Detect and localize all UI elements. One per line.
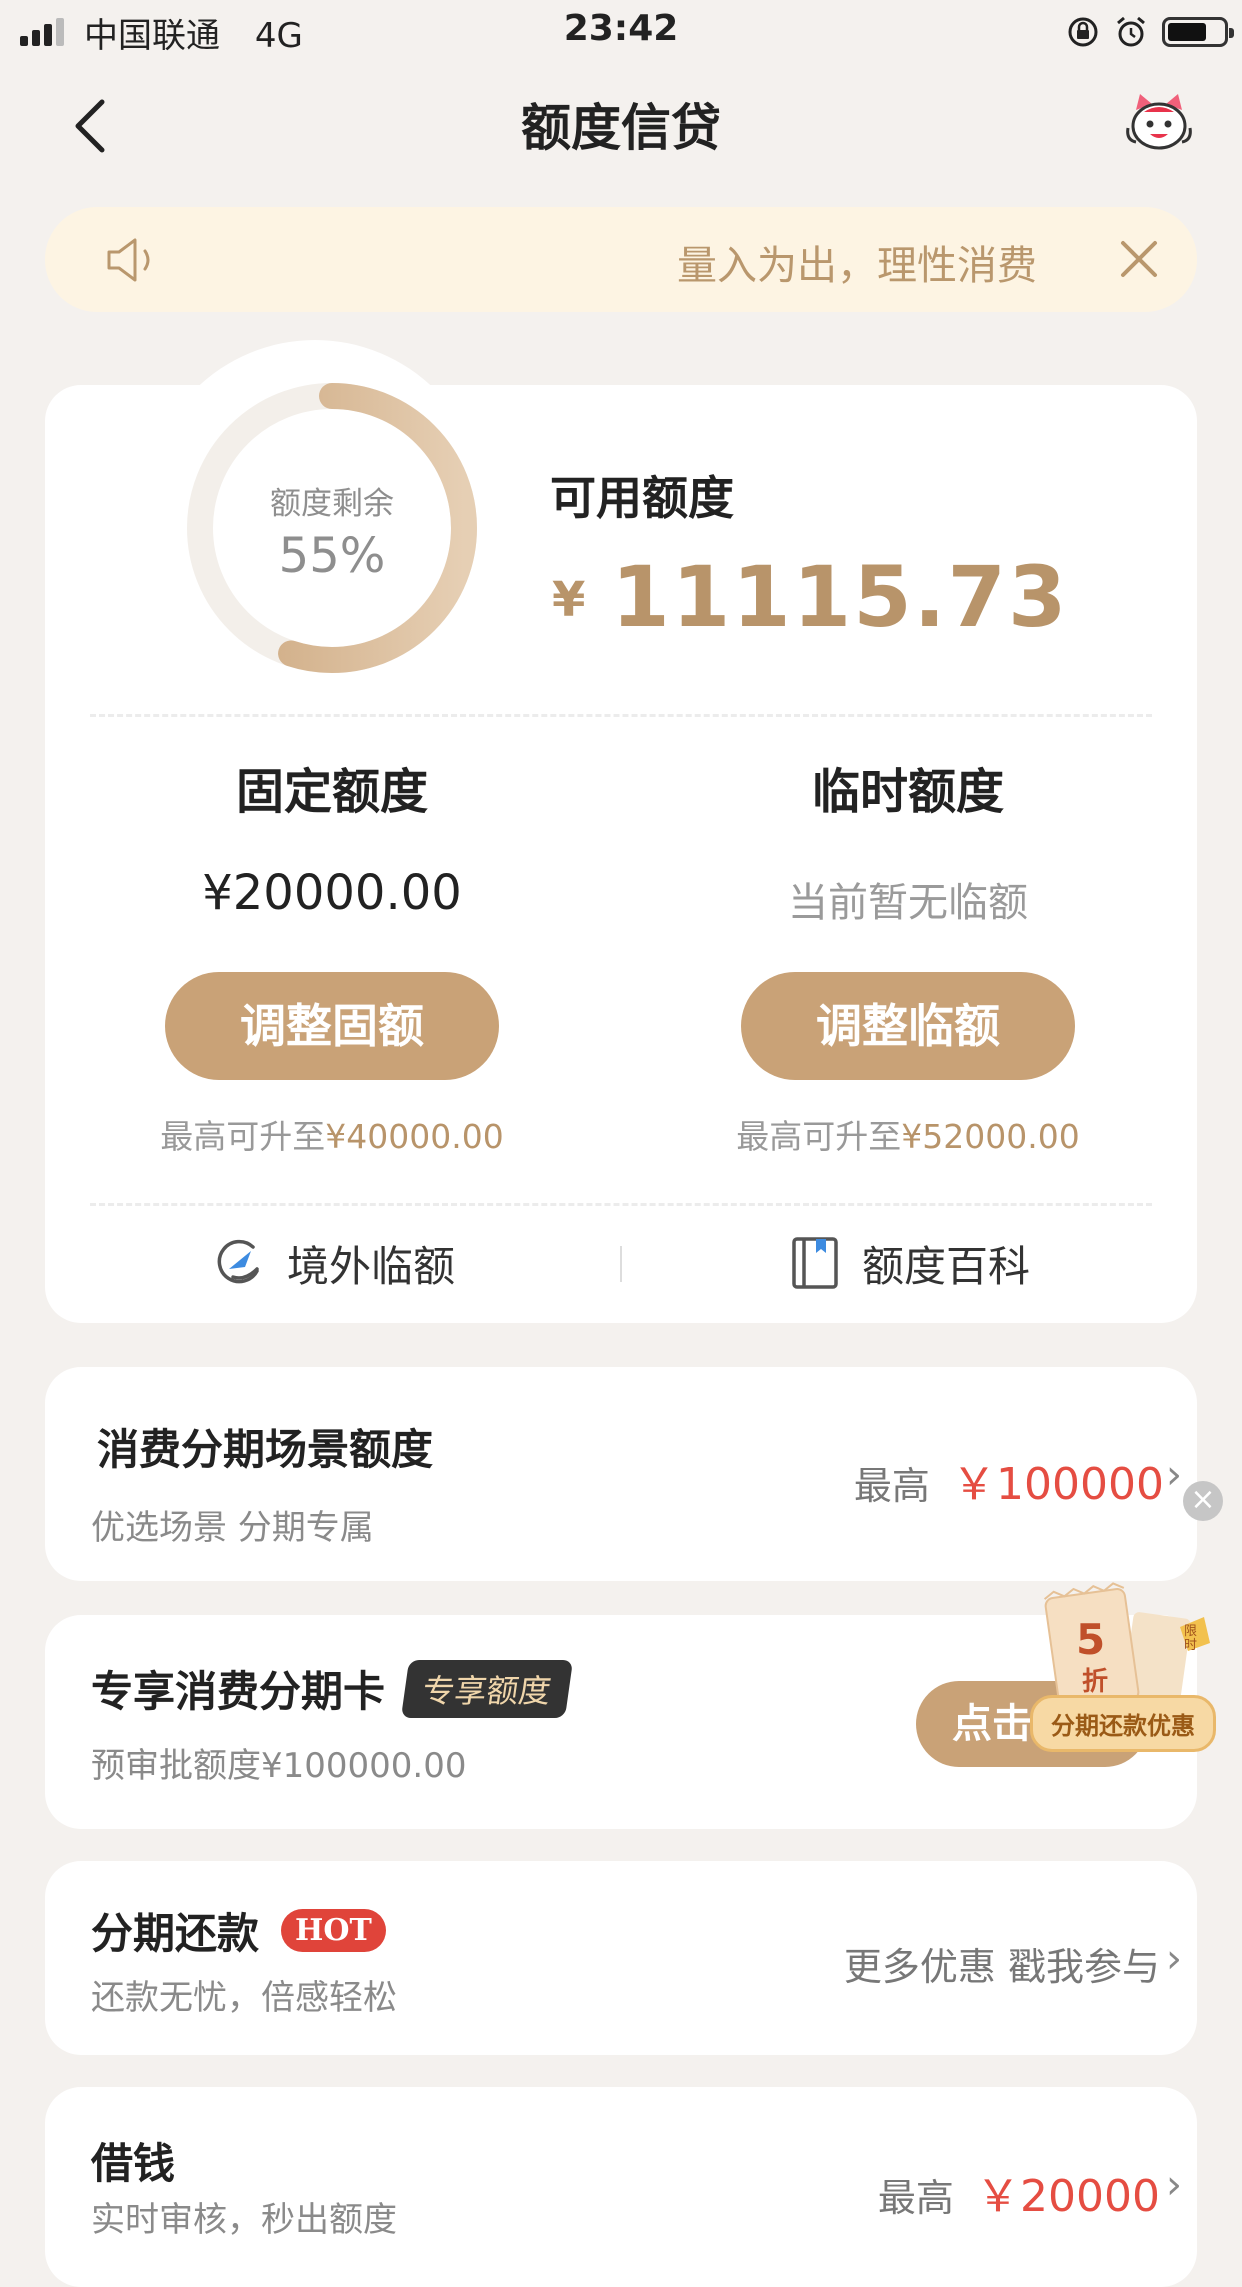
credit-encyclopedia-link[interactable]: 额度百科 (790, 1228, 1030, 1298)
installment-scene-title: 消费分期场景额度 (97, 1425, 434, 1474)
promo-limited-tag: 限时 (1184, 1624, 1198, 1653)
speaker-icon (107, 238, 150, 282)
currency-symbol: ¥ (552, 572, 586, 628)
installment-scene-max: 最高 ￥100000 (853, 1459, 1164, 1510)
divider (90, 1203, 1152, 1206)
overseas-credit-label: 境外临额 (287, 1241, 456, 1291)
close-icon[interactable] (1119, 239, 1159, 279)
ring-percent: 55% (278, 528, 386, 584)
credit-encyclopedia-label: 额度百科 (862, 1241, 1031, 1291)
fixed-credit-title: 固定额度 (235, 764, 428, 820)
exclusive-card-title: 专享消费分期卡 (91, 1667, 386, 1716)
chevron-right-icon: › (1166, 1452, 1182, 1498)
overseas-credit-link[interactable]: 境外临额 (213, 1228, 455, 1298)
rotation-lock-icon (1068, 17, 1098, 47)
promo-zhe: 折 (1082, 1667, 1109, 1697)
temporary-credit-title: 临时额度 (811, 764, 1004, 820)
plane-globe-icon (217, 1239, 259, 1284)
divider (90, 714, 1152, 717)
exclusive-card-subtitle: 预审批额度¥100000.00 (91, 1746, 467, 1786)
borrow-subtitle: 实时审核，秒出额度 (91, 2200, 397, 2240)
adjust-fixed-button[interactable]: 调整固额 (165, 972, 499, 1080)
available-credit-label: 可用额度 (550, 471, 734, 525)
mascot-icon[interactable] (1124, 88, 1194, 158)
battery-icon (1162, 17, 1234, 47)
borrow-max: 最高 ￥20000 (877, 2171, 1160, 2222)
book-icon (792, 1237, 838, 1289)
page-title: 额度信贷 (521, 99, 721, 157)
temporary-credit-value: 当前暂无临额 (788, 880, 1028, 926)
adjust-temporary-button[interactable]: 调整临额 (741, 972, 1075, 1080)
alarm-icon (1117, 16, 1145, 47)
promo-digit: 5 (1076, 1615, 1106, 1664)
installment-scene-subtitle: 优选场景 分期专属 (91, 1508, 374, 1548)
link-divider (620, 1246, 622, 1282)
temporary-max-hint: 最高可升至¥52000.00 (736, 1117, 1080, 1156)
promo-label: 分期还款优惠 (1030, 1695, 1216, 1752)
promo-sticker[interactable]: 5 折 限时 分期还款优惠 (1030, 1575, 1216, 1752)
borrow-title: 借钱 (91, 2139, 176, 2188)
installment-repay-offer: 更多优惠 戳我参与 (843, 1945, 1160, 1989)
installment-repay-subtitle: 还款无忧，倍感轻松 (91, 1978, 397, 2018)
ring-label: 额度剩余 (270, 486, 394, 522)
chevron-right-icon: › (1166, 1936, 1182, 1982)
fixed-max-hint: 最高可升至¥40000.00 (160, 1117, 504, 1156)
notice-text: 量入为出，理性消费 (677, 243, 1037, 289)
status-bar: 中国联通 4G 23:42 (0, 0, 1242, 60)
available-credit-amount: ¥11115.73 (552, 548, 1068, 646)
fixed-credit-value: ¥20000.00 (202, 865, 462, 921)
status-time: 23:42 (563, 8, 679, 49)
installment-repay-title: 分期还款 (91, 1909, 260, 1958)
available-amount-value: 11115.73 (611, 548, 1069, 646)
notice-bar: 量入为出，理性消费 (45, 207, 1197, 312)
exclusive-credit-badge: 专享额度 (400, 1659, 574, 1718)
dismiss-icon[interactable]: × (1183, 1481, 1223, 1521)
chevron-right-icon: › (1166, 2162, 1182, 2208)
hot-badge: HOT (281, 1909, 386, 1952)
